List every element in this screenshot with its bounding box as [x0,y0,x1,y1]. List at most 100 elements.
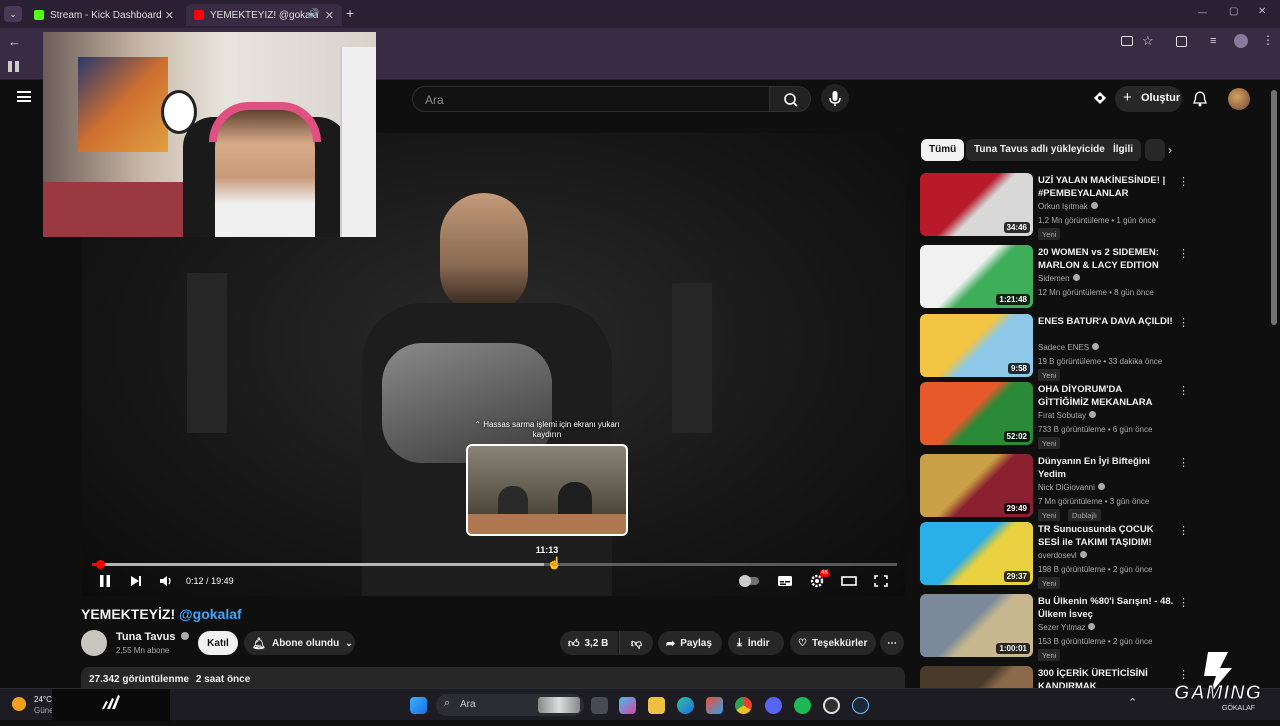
progress-bar[interactable] [92,563,897,566]
recommendation-title[interactable]: OHA DİYORUM'DA GİTTİĞİMİZ MEKANLARA GİTT… [1038,383,1174,410]
chrome-icon[interactable] [735,697,752,714]
recommendation-item[interactable]: 9:58 ENES BATUR'A DAVA AÇILDI! Sadece ENES… [920,314,1260,381]
theater-mode-button[interactable] [840,573,858,589]
tab-kick-dashboard[interactable]: Stream - Kick Dashboard ✕ [26,4,182,26]
premium-icon[interactable] [1092,91,1108,105]
next-button[interactable] [127,573,145,589]
recommendation-title[interactable]: Bu Ülkenin %80'i Sarışın! - 48. Ülkem İs… [1038,595,1174,621]
task-view-icon[interactable] [591,697,608,714]
chip-from-uploader[interactable]: Tuna Tavus adlı yükleyiciden [966,139,1119,161]
thanks-button[interactable]: ♡ Teşekkürler [790,631,876,655]
search-input[interactable]: Ara [412,86,770,112]
recommendation-channel[interactable]: Orkun Işıtmak [1038,202,1098,211]
windows-start-icon[interactable] [410,697,427,714]
autoplay-toggle[interactable] [739,573,761,589]
recommendation-item[interactable]: 52:02 OHA DİYORUM'DA GİTTİĞİMİZ MEKANLARA… [920,382,1260,449]
volume-button[interactable] [157,573,175,589]
file-explorer-icon[interactable] [648,697,665,714]
taskbar-search[interactable]: ⌕ Ara [436,694,584,716]
more-options-icon[interactable]: ⋮ [1178,596,1189,609]
recommendation-title[interactable]: 20 WOMEN vs 2 SIDEMEN: MARLON & LACY EDI… [1038,246,1174,272]
recommendation-channel[interactable]: Sidemen [1038,274,1080,283]
tray-overflow-chevron-icon[interactable]: ⌃ [1128,696,1137,709]
recommendation-channel[interactable]: Sezer Yılmaz [1038,623,1096,632]
video-thumbnail[interactable]: 29:37 [920,522,1033,585]
hamburger-menu-icon[interactable] [17,91,31,102]
profile-avatar[interactable] [1234,34,1248,48]
share-button[interactable]: ➦ Paylaş [658,631,722,655]
maximize-button[interactable]: ▢ [1229,6,1238,17]
pause-button[interactable] [96,573,114,589]
video-thumbnail[interactable] [920,666,1033,688]
video-thumbnail[interactable]: 9:58 [920,314,1033,377]
voice-search-button[interactable] [821,84,849,112]
video-thumbnail[interactable]: 52:02 [920,382,1033,445]
bookmark-star-icon[interactable]: ☆ [1142,33,1154,49]
more-actions-button[interactable]: ⋯ [880,631,904,655]
recommendation-channel[interactable]: overdosevl [1038,551,1087,560]
chip-partial[interactable] [1145,139,1165,161]
video-thumbnail[interactable]: 1:21:48 [920,245,1033,308]
join-button[interactable]: Katıl [198,631,238,655]
notifications-bell-icon[interactable] [1193,91,1207,107]
store-icon[interactable] [706,697,723,714]
obs-icon[interactable] [823,697,840,714]
recommendation-title[interactable]: 300 İÇERİK ÜRETİCİSİNİ KANDIRMAK [1038,667,1174,688]
recommendation-channel[interactable]: Fırat Sobutay [1038,411,1097,420]
video-thumbnail[interactable]: 1:00:01 [920,594,1033,657]
reading-list-icon[interactable]: ≡ [1210,35,1216,47]
more-options-icon[interactable]: ⋮ [1178,247,1189,260]
new-tab-button[interactable]: + [346,5,354,21]
subscribed-button[interactable]: 🔔︎ Abone olundu ⌄ [244,631,355,655]
settings-button[interactable]: 4K [808,570,830,589]
close-window-button[interactable]: ✕ [1258,6,1266,17]
account-avatar[interactable] [1228,88,1250,110]
chips-next-chevron-icon[interactable]: › [1168,143,1172,157]
video-thumbnail[interactable]: 29:49 [920,454,1033,517]
discord-icon[interactable] [765,697,782,714]
apps-grid-icon[interactable] [8,61,19,72]
install-app-icon[interactable] [1121,36,1133,46]
more-options-icon[interactable]: ⋮ [1178,175,1189,188]
recommendation-item[interactable]: 29:49 Dünyanın En İyi Bifteğini Yedim Nick… [920,454,1260,521]
channel-name[interactable]: Tuna Tavus [116,631,189,643]
more-options-icon[interactable]: ⋮ [1178,456,1189,469]
recommendation-channel[interactable]: Sadece ENES [1038,343,1100,352]
tab-youtube[interactable]: YEMEKTEYİZ! @gokalaf - Yo 🔊 ✕ [186,4,342,26]
recommendation-title[interactable]: TR Sunucusunda ÇOCUK SESİ ile TAKIMI TAŞ… [1038,523,1174,550]
recommendation-item[interactable]: 34:46 UZİ YALAN MAKİNESİNDE! | #PEMBEYALA… [920,173,1260,240]
browser-menu-icon[interactable]: ⋮ [1262,33,1274,47]
copilot-icon[interactable] [619,697,636,714]
close-tab-icon[interactable]: ✕ [165,9,174,22]
more-options-icon[interactable]: ⋮ [1178,524,1189,537]
mentioned-handle-link[interactable]: @gokalaf [179,606,242,622]
download-button[interactable]: ⤓ İndir [728,631,784,655]
create-button[interactable]: + Oluştur [1115,86,1182,112]
channel-avatar[interactable] [81,630,107,656]
close-tab-icon[interactable]: ✕ [325,9,334,22]
extensions-icon[interactable] [1176,36,1187,47]
recommendation-title[interactable]: ENES BATUR'A DAVA AÇILDI! [1038,315,1174,328]
tab-list-dropdown-icon[interactable]: ⌄ [4,6,22,22]
more-options-icon[interactable]: ⋮ [1178,384,1189,397]
recommendation-item[interactable]: 29:37 TR Sunucusunda ÇOCUK SESİ ile TAKIM… [920,522,1260,589]
back-icon[interactable]: ← [8,34,21,49]
speaker-icon[interactable]: 🔊 [308,8,319,19]
chip-related[interactable]: İlgili [1105,139,1141,161]
like-button[interactable]: 👍︎ 3,2 B [560,631,618,655]
fullscreen-button[interactable] [872,573,890,589]
recommendation-item[interactable]: 1:21:48 20 WOMEN vs 2 SIDEMEN: MARLON & L… [920,245,1260,309]
recommendation-channel[interactable]: Nick DiGiovanni [1038,483,1105,492]
more-options-icon[interactable]: ⋮ [1178,316,1189,329]
minimize-button[interactable]: — [1198,7,1207,17]
search-button[interactable] [769,86,811,112]
chip-all[interactable]: Tümü [921,139,965,161]
edge-icon[interactable] [677,697,694,714]
video-thumbnail[interactable]: 34:46 [920,173,1033,236]
subtitles-button[interactable] [776,573,794,589]
spotify-icon[interactable] [794,697,811,714]
recommendation-title[interactable]: Dünyanın En İyi Bifteğini Yedim [1038,455,1174,481]
page-scrollbar[interactable] [1271,90,1277,325]
steam-icon[interactable] [852,697,869,714]
dislike-button[interactable]: 👎︎ [619,631,653,655]
